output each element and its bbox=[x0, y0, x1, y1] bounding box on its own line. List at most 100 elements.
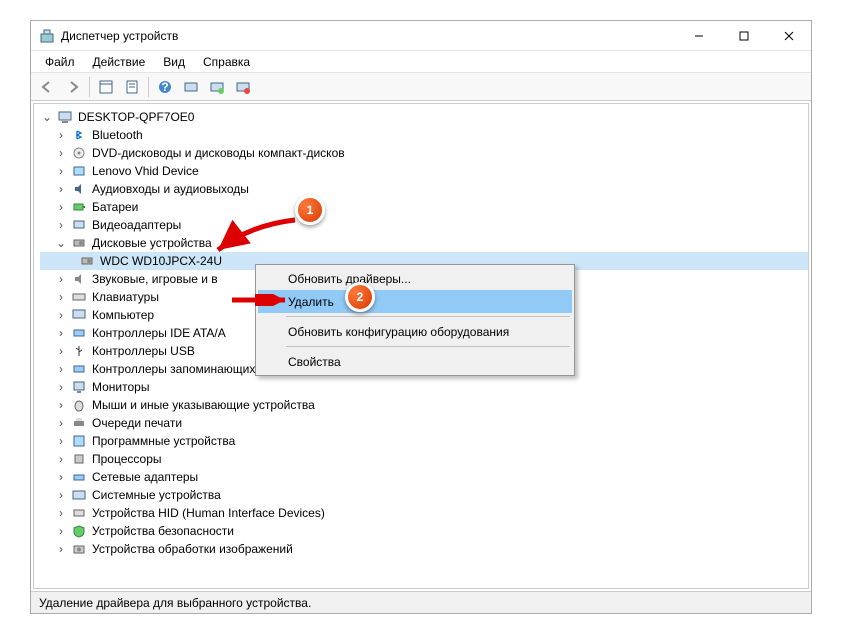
ctx-delete[interactable]: Удалить bbox=[258, 290, 572, 313]
bluetooth-icon bbox=[71, 127, 87, 143]
audio-icon bbox=[71, 181, 87, 197]
tree-node-net[interactable]: ›Сетевые адаптеры bbox=[40, 468, 808, 486]
tree-node-imaging[interactable]: ›Устройства обработки изображений bbox=[40, 540, 808, 558]
maximize-button[interactable] bbox=[721, 21, 766, 51]
expander-icon[interactable]: › bbox=[54, 218, 68, 232]
forward-button[interactable] bbox=[61, 75, 85, 99]
menu-action[interactable]: Действие bbox=[85, 53, 154, 71]
tree-node-security[interactable]: ›Устройства безопасности bbox=[40, 522, 808, 540]
disk-icon bbox=[79, 253, 95, 269]
monitor-icon bbox=[71, 379, 87, 395]
annotation-arrow bbox=[210, 210, 300, 260]
toolbar: ? bbox=[31, 73, 811, 101]
dvd-icon bbox=[71, 145, 87, 161]
expander-icon[interactable]: › bbox=[54, 434, 68, 448]
tree-node-monitor[interactable]: ›Мониторы bbox=[40, 378, 808, 396]
update-driver-button[interactable] bbox=[205, 75, 229, 99]
expander-icon[interactable]: › bbox=[54, 452, 68, 466]
tree-node-software[interactable]: ›Программные устройства bbox=[40, 432, 808, 450]
mouse-icon bbox=[71, 397, 87, 413]
show-hide-tree-button[interactable] bbox=[94, 75, 118, 99]
menu-file[interactable]: Файл bbox=[37, 53, 83, 71]
computer-icon bbox=[57, 109, 73, 125]
tree-node-audio[interactable]: ›Аудиовходы и аудиовыходы bbox=[40, 180, 808, 198]
keyboard-icon bbox=[71, 289, 87, 305]
help-button[interactable]: ? bbox=[153, 75, 177, 99]
tree-node-bluetooth[interactable]: ›Bluetooth bbox=[40, 126, 808, 144]
expander-icon[interactable]: › bbox=[54, 128, 68, 142]
disk-icon bbox=[71, 235, 87, 251]
annotation-marker-2: 2 bbox=[345, 282, 375, 312]
window-title: Диспетчер устройств bbox=[61, 29, 676, 43]
cpu-icon bbox=[71, 451, 87, 467]
expander-icon[interactable]: › bbox=[54, 362, 68, 376]
expander-icon[interactable]: › bbox=[54, 344, 68, 358]
menu-view[interactable]: Вид bbox=[155, 53, 193, 71]
toolbar-separator bbox=[89, 77, 90, 97]
controller-icon bbox=[71, 325, 87, 341]
tree-node-dvd[interactable]: ›DVD-дисководы и дисководы компакт-диско… bbox=[40, 144, 808, 162]
tree-node-cpu[interactable]: ›Процессоры bbox=[40, 450, 808, 468]
expander-icon[interactable]: › bbox=[54, 506, 68, 520]
menu-help[interactable]: Справка bbox=[195, 53, 258, 71]
tree-node-video[interactable]: ›Видеоадаптеры bbox=[40, 216, 808, 234]
tree-node-disk[interactable]: ⌄Дисковые устройства bbox=[40, 234, 808, 252]
tree-root-label: DESKTOP-QPF7OE0 bbox=[76, 110, 196, 124]
expander-icon[interactable]: › bbox=[54, 290, 68, 304]
titlebar: Диспетчер устройств bbox=[31, 21, 811, 51]
usb-icon bbox=[71, 343, 87, 359]
tree-root[interactable]: ⌄ DESKTOP-QPF7OE0 bbox=[40, 108, 808, 126]
system-icon bbox=[71, 487, 87, 503]
expander-icon[interactable]: › bbox=[54, 488, 68, 502]
app-icon bbox=[39, 28, 55, 44]
back-button[interactable] bbox=[35, 75, 59, 99]
expander-icon[interactable]: › bbox=[54, 164, 68, 178]
minimize-button[interactable] bbox=[676, 21, 721, 51]
tree-node-battery[interactable]: ›Батареи bbox=[40, 198, 808, 216]
tree-node-print[interactable]: ›Очереди печати bbox=[40, 414, 808, 432]
uninstall-button[interactable] bbox=[231, 75, 255, 99]
ctx-scan-hardware[interactable]: Обновить конфигурацию оборудования bbox=[258, 320, 572, 343]
display-adapter-icon bbox=[71, 217, 87, 233]
imaging-icon bbox=[71, 541, 87, 557]
expander-icon[interactable]: › bbox=[54, 470, 68, 484]
ctx-properties[interactable]: Свойства bbox=[258, 350, 572, 373]
menubar: Файл Действие Вид Справка bbox=[31, 51, 811, 73]
expander-icon[interactable]: › bbox=[54, 380, 68, 394]
svg-text:?: ? bbox=[161, 80, 168, 94]
expander-icon[interactable]: › bbox=[54, 200, 68, 214]
expander-icon[interactable]: › bbox=[54, 272, 68, 286]
storage-controller-icon bbox=[71, 361, 87, 377]
printer-icon bbox=[71, 415, 87, 431]
tree-node-mouse[interactable]: ›Мыши и иные указывающие устройства bbox=[40, 396, 808, 414]
expander-icon[interactable]: › bbox=[54, 524, 68, 538]
statusbar-text: Удаление драйвера для выбранного устройс… bbox=[39, 596, 311, 610]
expander-icon[interactable]: › bbox=[54, 398, 68, 412]
ctx-separator bbox=[286, 346, 570, 347]
annotation-arrow bbox=[230, 294, 290, 306]
ctx-update-driver[interactable]: Обновить драйверы... bbox=[258, 267, 572, 290]
security-icon bbox=[71, 523, 87, 539]
expander-icon[interactable]: › bbox=[54, 326, 68, 340]
software-icon bbox=[71, 433, 87, 449]
sound-icon bbox=[71, 271, 87, 287]
expander-icon[interactable]: › bbox=[54, 182, 68, 196]
expander-icon[interactable]: ⌄ bbox=[40, 110, 54, 124]
expander-icon[interactable]: › bbox=[54, 416, 68, 430]
ctx-separator bbox=[286, 316, 570, 317]
tree-node-sys[interactable]: ›Системные устройства bbox=[40, 486, 808, 504]
tree-node-lenovo[interactable]: ›Lenovo Vhid Device bbox=[40, 162, 808, 180]
expander-icon[interactable]: › bbox=[54, 308, 68, 322]
close-button[interactable] bbox=[766, 21, 811, 51]
expander-icon[interactable]: › bbox=[54, 146, 68, 160]
expander-icon[interactable]: › bbox=[54, 542, 68, 556]
scan-hardware-button[interactable] bbox=[179, 75, 203, 99]
network-icon bbox=[71, 469, 87, 485]
hid-icon bbox=[71, 505, 87, 521]
context-menu: Обновить драйверы... Удалить Обновить ко… bbox=[255, 264, 575, 376]
tree-node-hid[interactable]: ›Устройства HID (Human Interface Devices… bbox=[40, 504, 808, 522]
expander-icon[interactable]: ⌄ bbox=[54, 236, 68, 250]
properties-button[interactable] bbox=[120, 75, 144, 99]
device-icon bbox=[71, 163, 87, 179]
toolbar-separator bbox=[148, 77, 149, 97]
